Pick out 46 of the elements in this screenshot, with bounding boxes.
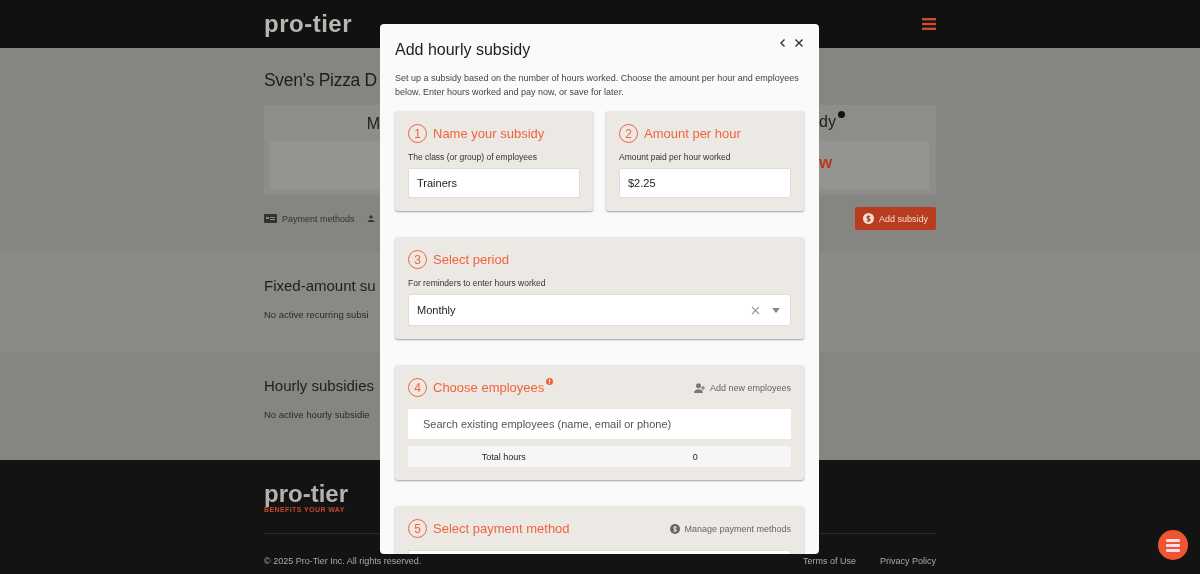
add-person-icon[interactable] — [693, 382, 706, 393]
step-title: Choose employees — [433, 380, 545, 395]
clear-icon[interactable] — [751, 305, 760, 315]
footer-logo[interactable]: pro-tier — [264, 482, 376, 506]
card-title: M — [366, 115, 380, 133]
card-title: dy — [819, 113, 836, 131]
add-employees-link[interactable]: Add new employees — [693, 382, 791, 393]
section-title: Fixed-amount su — [264, 277, 376, 294]
step-title: Name your subsidy — [433, 126, 545, 141]
info-icon[interactable] — [546, 378, 554, 385]
menu-icon[interactable] — [922, 17, 936, 31]
chat-button[interactable] — [1158, 530, 1188, 560]
empty-message: No active hourly subsidie — [264, 409, 370, 420]
modal-description: Set up a subsidy based on the number of hours worked. Choose the amount per hour and employees below. Enter hours worked and pay now, or save for later. — [395, 72, 800, 99]
step-title: Select period — [433, 252, 509, 267]
card-icon — [264, 213, 277, 224]
dollar-icon[interactable] — [670, 523, 681, 534]
add-subsidy-button[interactable]: Add subsidy — [854, 207, 936, 230]
search-field[interactable]: Search existing employees (name, email or phone) — [408, 409, 791, 439]
step-title: Select payment method — [433, 521, 570, 536]
total-label: Total hours — [480, 451, 527, 462]
field-label: For reminders to enter hours worked — [408, 278, 546, 288]
close-button[interactable] — [794, 38, 804, 48]
person-icon[interactable] — [366, 213, 375, 224]
total-value: 0 — [691, 451, 699, 462]
back-button[interactable] — [778, 38, 788, 48]
footer-link[interactable]: Terms of Use — [802, 556, 856, 566]
payment-methods-link[interactable]: Payment methods — [282, 213, 355, 224]
page-title: Sven's Pizza D — [264, 70, 377, 91]
dollar-icon[interactable] — [862, 213, 874, 224]
logo[interactable]: pro-tier — [264, 10, 352, 38]
field-label: Amount paid per hour worked — [619, 152, 731, 162]
input-field[interactable]: $2.25 — [619, 168, 791, 198]
dropdown-icon[interactable] — [772, 307, 780, 313]
empty-message: No active recurring subsi — [264, 309, 369, 320]
section-title: Hourly subsidies — [264, 377, 375, 394]
info-icon[interactable] — [838, 111, 845, 118]
manage-payment-link[interactable]: Manage payment methods — [670, 523, 791, 534]
footer-link[interactable]: Privacy Policy — [880, 556, 936, 566]
card-value: w — [819, 153, 833, 173]
copyright: © 2025 Pro-Tier Inc. All rights reserved. — [264, 556, 422, 566]
modal-title: Add hourly subsidy — [395, 41, 531, 59]
step-title: Amount per hour — [644, 126, 741, 141]
field-label: The class (or group) of employees — [408, 152, 537, 162]
input-field[interactable]: Trainers — [408, 168, 580, 198]
period-select[interactable]: Monthly — [408, 294, 791, 326]
